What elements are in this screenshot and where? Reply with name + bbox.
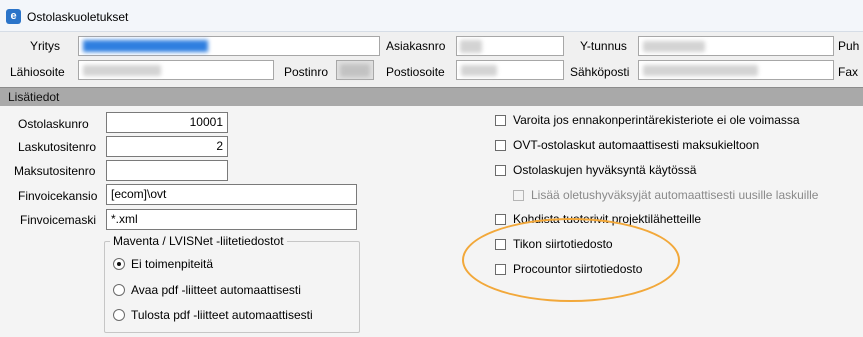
checkbox-box[interactable] bbox=[495, 140, 506, 151]
checkbox-label: Varoita jos ennakonperintärekisteriote e… bbox=[513, 113, 800, 127]
checkbox-label: OVT-ostolaskut automaattisesti maksukiel… bbox=[513, 138, 760, 152]
section-title: Lisätiedot bbox=[8, 90, 60, 104]
lahiosoite-field[interactable] bbox=[78, 60, 274, 80]
checkbox-box[interactable] bbox=[495, 115, 506, 126]
ostolaskunro-label: Ostolaskunro bbox=[18, 117, 89, 131]
radio-selected-indicator[interactable] bbox=[113, 258, 125, 270]
radio-label: Ei toimenpiteitä bbox=[131, 257, 214, 271]
ytunnus-blurred-value bbox=[643, 41, 705, 52]
window-titlebar: e Ostolaskuoletukset bbox=[0, 0, 863, 32]
radio-label: Avaa pdf -liitteet automaattisesti bbox=[131, 283, 301, 297]
postinro-label: Postinro bbox=[284, 65, 329, 79]
maksutositenro-label: Maksutositenro bbox=[14, 164, 96, 178]
laskutositenro-input[interactable]: 2 bbox=[106, 136, 228, 157]
postiosoite-field[interactable] bbox=[456, 60, 564, 80]
fax-label: Fax bbox=[838, 65, 859, 79]
finvoicemaski-input[interactable]: *.xml bbox=[106, 209, 357, 230]
checkbox-label: Ostolaskujen hyväksyntä käytössä bbox=[513, 163, 697, 177]
finvoicekansio-input[interactable]: [ecom]\ovt bbox=[106, 184, 357, 205]
postiosoite-label: Postiosoite bbox=[386, 65, 445, 79]
yritys-blurred-value bbox=[83, 40, 208, 52]
postinro-field[interactable] bbox=[336, 60, 374, 80]
attachments-group-title: Maventa / LVISNet -liitetiedostot bbox=[110, 234, 287, 248]
finvoicekansio-label: Finvoicekansio bbox=[18, 189, 98, 203]
radio-indicator[interactable] bbox=[113, 309, 125, 321]
window-title: Ostolaskuoletukset bbox=[27, 10, 129, 24]
checkbox-box[interactable] bbox=[495, 165, 506, 176]
radio-indicator[interactable] bbox=[113, 284, 125, 296]
postinro-blurred-value bbox=[340, 64, 370, 77]
postiosoite-blurred-value bbox=[461, 65, 497, 76]
yritys-label: Yritys bbox=[30, 39, 60, 53]
sahkoposti-label: Sähköposti bbox=[570, 65, 630, 79]
maksutositenro-input[interactable] bbox=[106, 160, 228, 181]
ytunnus-field[interactable] bbox=[638, 36, 834, 56]
radio-label: Tulosta pdf -liitteet automaattisesti bbox=[131, 308, 313, 322]
asiakasnro-blurred-value bbox=[460, 40, 482, 53]
puh-label: Puh bbox=[838, 39, 860, 53]
checkbox-box-disabled bbox=[513, 190, 524, 201]
checkbox-label: Lisää oletushyväksyjät automaattisesti u… bbox=[531, 188, 819, 202]
finvoicemaski-label: Finvoicemaski bbox=[20, 213, 97, 227]
section-header-lisatiedot: Lisätiedot bbox=[0, 87, 863, 108]
lahiosoite-label: Lähiosoite bbox=[10, 65, 65, 79]
app-icon: e bbox=[6, 9, 21, 24]
asiakasnro-field[interactable] bbox=[456, 36, 564, 56]
sahkoposti-field[interactable] bbox=[638, 60, 834, 80]
asiakasnro-label: Asiakasnro bbox=[386, 39, 446, 53]
highlight-ellipse bbox=[462, 218, 680, 302]
laskutositenro-label: Laskutositenro bbox=[18, 140, 97, 154]
lahiosoite-blurred-value bbox=[83, 65, 161, 76]
checkbox-box[interactable] bbox=[495, 214, 506, 225]
ytunnus-label: Y-tunnus bbox=[580, 39, 627, 53]
ostolaskunro-input[interactable]: 10001 bbox=[106, 112, 228, 133]
yritys-field[interactable] bbox=[78, 36, 380, 56]
sahkoposti-blurred-value bbox=[643, 65, 758, 76]
